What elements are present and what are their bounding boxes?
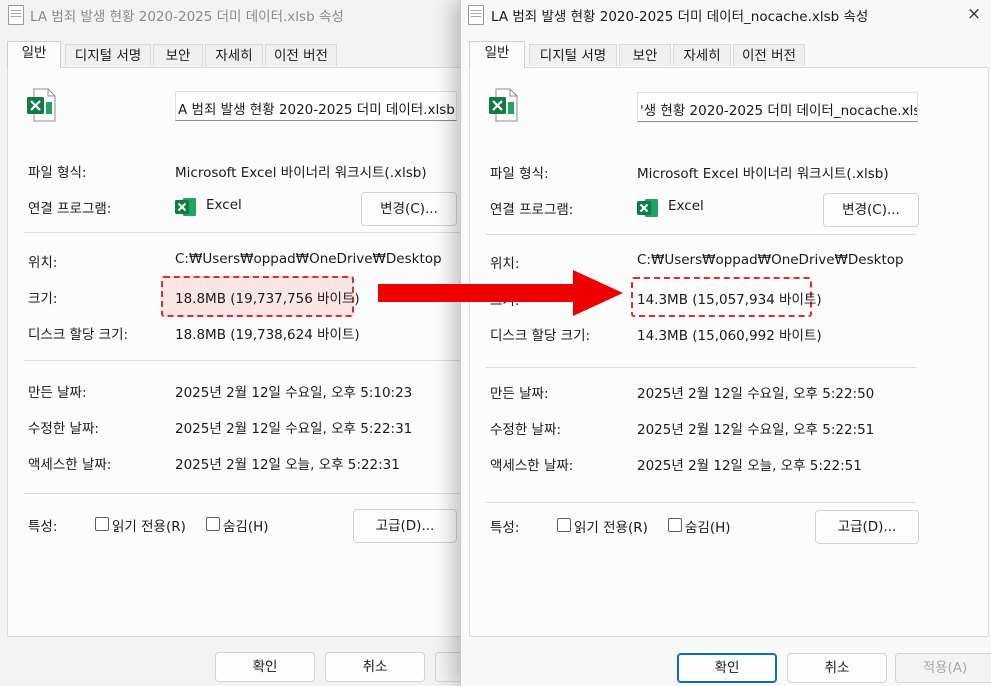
hidden-label: 숨김(H): [685, 520, 731, 536]
accessed-label: 액세스한 날짜:: [490, 458, 574, 474]
advanced-button[interactable]: 고급(D)...: [815, 510, 919, 544]
change-button[interactable]: 변경(C)...: [823, 193, 919, 227]
tab-digital-signatures[interactable]: 디지털 서명: [529, 44, 617, 66]
size-on-disk-value: 18.8MB (19,738,624 바이트): [175, 327, 360, 343]
opens-with-label: 연결 프로그램:: [28, 201, 112, 217]
accessed-label: 액세스한 날짜:: [28, 457, 112, 473]
general-panel: A 범죄 발생 현황 2020-2025 더미 데이터.xlsb 파일 형식: …: [7, 67, 461, 637]
location-label: 위치:: [28, 255, 58, 271]
accessed-value: 2025년 2월 12일 오늘, 오후 5:22:31: [175, 457, 400, 473]
created-label: 만든 날짜:: [28, 385, 87, 401]
size-on-disk-label: 디스크 할당 크기:: [28, 327, 129, 343]
accessed-value: 2025년 2월 12일 오늘, 오후 5:22:51: [637, 458, 862, 474]
hidden-checkbox[interactable]: [206, 517, 220, 531]
tab-digital-signatures[interactable]: 디지털 서명: [65, 44, 151, 66]
excel-app-icon: [637, 199, 658, 217]
tab-details[interactable]: 자세히: [205, 44, 263, 66]
tab-security[interactable]: 보안: [619, 44, 671, 66]
divider: [24, 360, 461, 361]
close-icon[interactable]: ×: [964, 4, 984, 24]
window-title: LA 범죄 발생 현황 2020-2025 더미 데이터.xlsb 속성: [30, 9, 344, 25]
tab-general[interactable]: 일반: [469, 41, 525, 68]
document-icon: [468, 5, 484, 25]
attributes-label: 특성:: [490, 520, 520, 536]
window-title: LA 범죄 발생 현황 2020-2025 더미 데이터_nocache.xls…: [491, 9, 869, 25]
filename-text: A 범죄 발생 현황 2020-2025 더미 데이터.xlsb: [178, 102, 455, 118]
opens-with-label: 연결 프로그램:: [490, 202, 574, 218]
readonly-label: 읽기 전용(R): [112, 519, 186, 535]
properties-dialog-xlsb: LA 범죄 발생 현황 2020-2025 더미 데이터.xlsb 속성 일반 …: [0, 0, 461, 686]
apply-button[interactable]: 적용(A): [895, 653, 991, 683]
tab-details[interactable]: 자세히: [673, 44, 731, 66]
size-on-disk-value: 14.3MB (15,060,992 바이트): [637, 328, 822, 344]
size-value: 14.3MB (15,057,934 바이트): [637, 292, 822, 308]
opens-with-value: Excel: [206, 197, 242, 213]
modified-value: 2025년 2월 12일 수요일, 오후 5:22:51: [637, 422, 875, 438]
cancel-button[interactable]: 취소: [325, 652, 425, 682]
created-value: 2025년 2월 12일 수요일, 오후 5:22:50: [637, 386, 875, 402]
apply-button[interactable]: [435, 652, 461, 682]
opens-with-value: Excel: [668, 198, 704, 214]
hidden-label: 숨김(H): [223, 519, 269, 535]
excel-app-icon: [175, 198, 196, 216]
divider: [486, 234, 916, 235]
divider: [24, 493, 461, 494]
size-on-disk-label: 디스크 할당 크기:: [490, 328, 591, 344]
title-bar: LA 범죄 발생 현황 2020-2025 더미 데이터.xlsb 속성: [0, 0, 461, 30]
location-value: C:₩Users₩oppad₩OneDrive₩Desktop: [175, 251, 442, 267]
file-type-value: Microsoft Excel 바이너리 워크시트(.xlsb): [637, 166, 889, 182]
created-label: 만든 날짜:: [490, 386, 549, 402]
advanced-button[interactable]: 고급(D)...: [353, 509, 457, 543]
tab-general[interactable]: 일반: [7, 41, 61, 68]
file-type-label: 파일 형식:: [28, 165, 87, 181]
readonly-label: 읽기 전용(R): [574, 520, 648, 536]
modified-label: 수정한 날짜:: [490, 422, 561, 438]
title-bar: LA 범죄 발생 현황 2020-2025 더미 데이터_nocache.xls…: [461, 0, 991, 30]
created-value: 2025년 2월 12일 수요일, 오후 5:10:23: [175, 385, 413, 401]
location-value: C:₩Users₩oppad₩OneDrive₩Desktop: [637, 252, 904, 268]
excel-file-icon: [489, 88, 518, 122]
modified-label: 수정한 날짜:: [28, 421, 99, 437]
cancel-button[interactable]: 취소: [787, 653, 887, 683]
filename-field[interactable]: A 범죄 발생 현황 2020-2025 더미 데이터.xlsb: [175, 91, 457, 121]
comparison-arrow-icon: [378, 270, 623, 316]
modified-value: 2025년 2월 12일 수요일, 오후 5:22:31: [175, 421, 413, 437]
document-icon: [8, 5, 24, 25]
readonly-checkbox[interactable]: [557, 518, 571, 532]
location-label: 위치:: [490, 256, 520, 272]
ok-button[interactable]: 확인: [215, 652, 315, 682]
properties-dialog-nocache: LA 범죄 발생 현황 2020-2025 더미 데이터_nocache.xls…: [460, 0, 991, 686]
excel-file-icon: [27, 88, 56, 122]
divider: [486, 502, 916, 503]
hidden-checkbox[interactable]: [668, 518, 682, 532]
general-panel: '생 현황 2020-2025 더미 데이터_nocache.xlsb 파일 형…: [469, 67, 989, 637]
size-label: 크기:: [28, 291, 58, 307]
tab-previous-versions[interactable]: 이전 버전: [265, 44, 337, 66]
file-type-label: 파일 형식:: [490, 166, 549, 182]
readonly-checkbox[interactable]: [95, 517, 109, 531]
ok-button[interactable]: 확인: [677, 653, 777, 683]
attributes-label: 특성:: [28, 519, 58, 535]
divider: [24, 232, 461, 233]
size-value: 18.8MB (19,737,756 바이트): [175, 291, 360, 307]
tab-previous-versions[interactable]: 이전 버전: [733, 44, 805, 66]
divider: [486, 367, 916, 368]
change-button[interactable]: 변경(C)...: [361, 192, 457, 226]
filename-field[interactable]: '생 현황 2020-2025 더미 데이터_nocache.xlsb: [637, 92, 918, 122]
tab-security[interactable]: 보안: [153, 44, 203, 66]
file-type-value: Microsoft Excel 바이너리 워크시트(.xlsb): [175, 165, 427, 181]
filename-text: '생 현황 2020-2025 더미 데이터_nocache.xlsb: [640, 103, 918, 119]
